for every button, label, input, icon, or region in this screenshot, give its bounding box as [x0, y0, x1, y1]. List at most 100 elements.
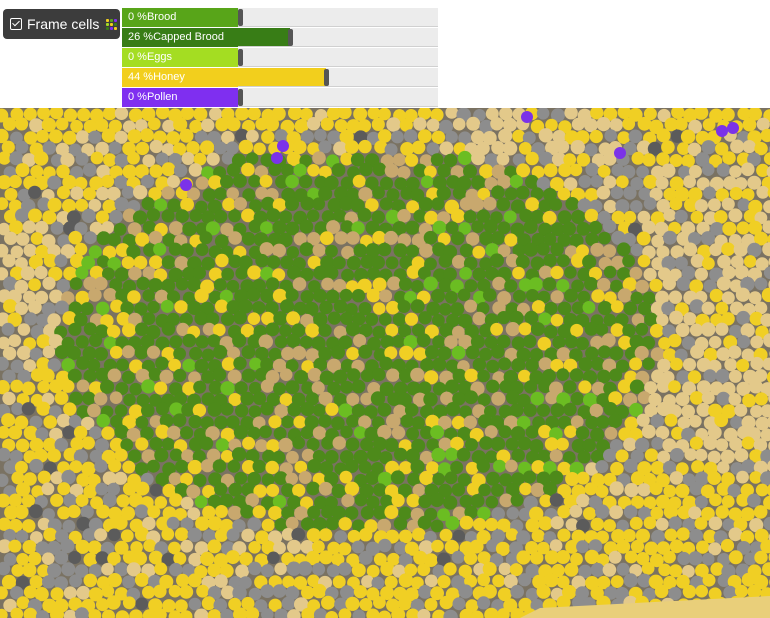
comb-cell [420, 175, 434, 189]
comb-cell [578, 175, 592, 188]
comb-cell [346, 347, 360, 360]
comb-cell [676, 527, 690, 541]
frame-cells-toggle[interactable]: Frame cells [3, 9, 120, 39]
comb-cell [173, 368, 187, 383]
comb-cell [83, 322, 97, 336]
comb-cell [134, 572, 149, 587]
comb-cell [161, 437, 175, 451]
comb-cell [664, 528, 678, 542]
comb-cell [96, 504, 111, 519]
comb-cell [400, 414, 414, 428]
comb-cell [674, 117, 688, 131]
comb-cell [213, 278, 227, 292]
pollen-cell [521, 111, 533, 123]
comb-cell [471, 220, 485, 233]
comb-cell [674, 209, 688, 223]
comb-cell [741, 436, 755, 450]
comb-cell [340, 425, 353, 439]
stat-handle-eggs[interactable] [238, 49, 243, 66]
comb-cell [595, 504, 610, 519]
comb-cell [651, 437, 664, 450]
frame-photo-canvas[interactable] [0, 108, 770, 618]
comb-cell [623, 301, 638, 316]
comb-cell [292, 277, 307, 291]
comb-cell [287, 539, 302, 554]
comb-cell [680, 129, 696, 144]
comb-cell [167, 175, 180, 188]
comb-cell [358, 344, 373, 359]
comb-cell [473, 517, 487, 532]
comb-cell [313, 289, 327, 303]
stat-label-honey: 44 %Honey [122, 68, 238, 87]
comb-cell [338, 562, 352, 576]
comb-cell [397, 300, 411, 313]
comb-cell [69, 574, 83, 588]
comb-cell [635, 279, 649, 294]
comb-cell [445, 447, 459, 461]
comb-cell [142, 585, 155, 599]
comb-cell [661, 140, 675, 154]
stat-bar-capped-brood[interactable] [238, 28, 438, 47]
comb-cell [431, 197, 445, 211]
comb-cell [385, 323, 399, 337]
comb-cell [274, 335, 288, 349]
comb-cell [345, 437, 360, 452]
comb-cell [292, 346, 307, 360]
comb-cell [22, 563, 37, 578]
comb-cell [543, 163, 558, 178]
comb-cell [477, 573, 491, 587]
stat-row-pollen: 0 %Pollen [122, 88, 438, 108]
comb-cell [643, 197, 657, 210]
comb-cell [504, 279, 518, 293]
comb-cell [498, 562, 512, 576]
comb-cell [88, 288, 102, 302]
comb-cell [255, 439, 268, 452]
comb-cell [728, 527, 743, 542]
stat-handle-pollen[interactable] [238, 89, 243, 106]
comb-cell [486, 359, 500, 373]
comb-cell [578, 357, 593, 372]
comb-cell [418, 494, 432, 509]
comb-cell [28, 504, 43, 519]
comb-cell [16, 232, 30, 246]
comb-cell [459, 267, 472, 280]
stat-bar-eggs[interactable] [238, 48, 438, 67]
comb-cell [544, 325, 558, 339]
comb-cell [109, 391, 123, 405]
comb-cell [736, 310, 751, 325]
comb-cell [351, 563, 366, 578]
stat-handle-honey[interactable] [324, 69, 329, 86]
comb-cell [715, 368, 730, 384]
comb-cell [588, 220, 603, 235]
comb-cell [24, 312, 38, 326]
stat-bar-honey[interactable] [238, 68, 438, 87]
comb-cell [264, 116, 280, 132]
comb-cell [77, 108, 91, 122]
checkbox-icon[interactable] [10, 18, 22, 30]
comb-cell [353, 243, 368, 258]
comb-cell [649, 482, 663, 496]
comb-cell [107, 528, 121, 542]
comb-cell [669, 310, 684, 325]
comb-cell [556, 254, 570, 268]
comb-cell [306, 209, 320, 222]
comb-cell [332, 436, 347, 450]
stat-handle-brood[interactable] [238, 9, 243, 26]
comb-cell [571, 210, 586, 224]
comb-cell [232, 333, 247, 348]
comb-cell [557, 505, 571, 519]
comb-cell [261, 564, 274, 578]
comb-cell [702, 257, 715, 270]
comb-cell [225, 550, 240, 565]
comb-cell [430, 425, 444, 440]
stat-handle-capped-brood[interactable] [288, 29, 293, 46]
comb-cell [734, 584, 748, 598]
comb-cell [439, 528, 453, 542]
comb-cell [179, 243, 194, 258]
stat-bar-pollen[interactable] [238, 88, 438, 107]
stat-bar-brood[interactable] [238, 8, 438, 27]
comb-cell [54, 254, 68, 268]
comb-cell [161, 209, 175, 223]
comb-cell [623, 505, 638, 519]
comb-cell [299, 242, 314, 257]
